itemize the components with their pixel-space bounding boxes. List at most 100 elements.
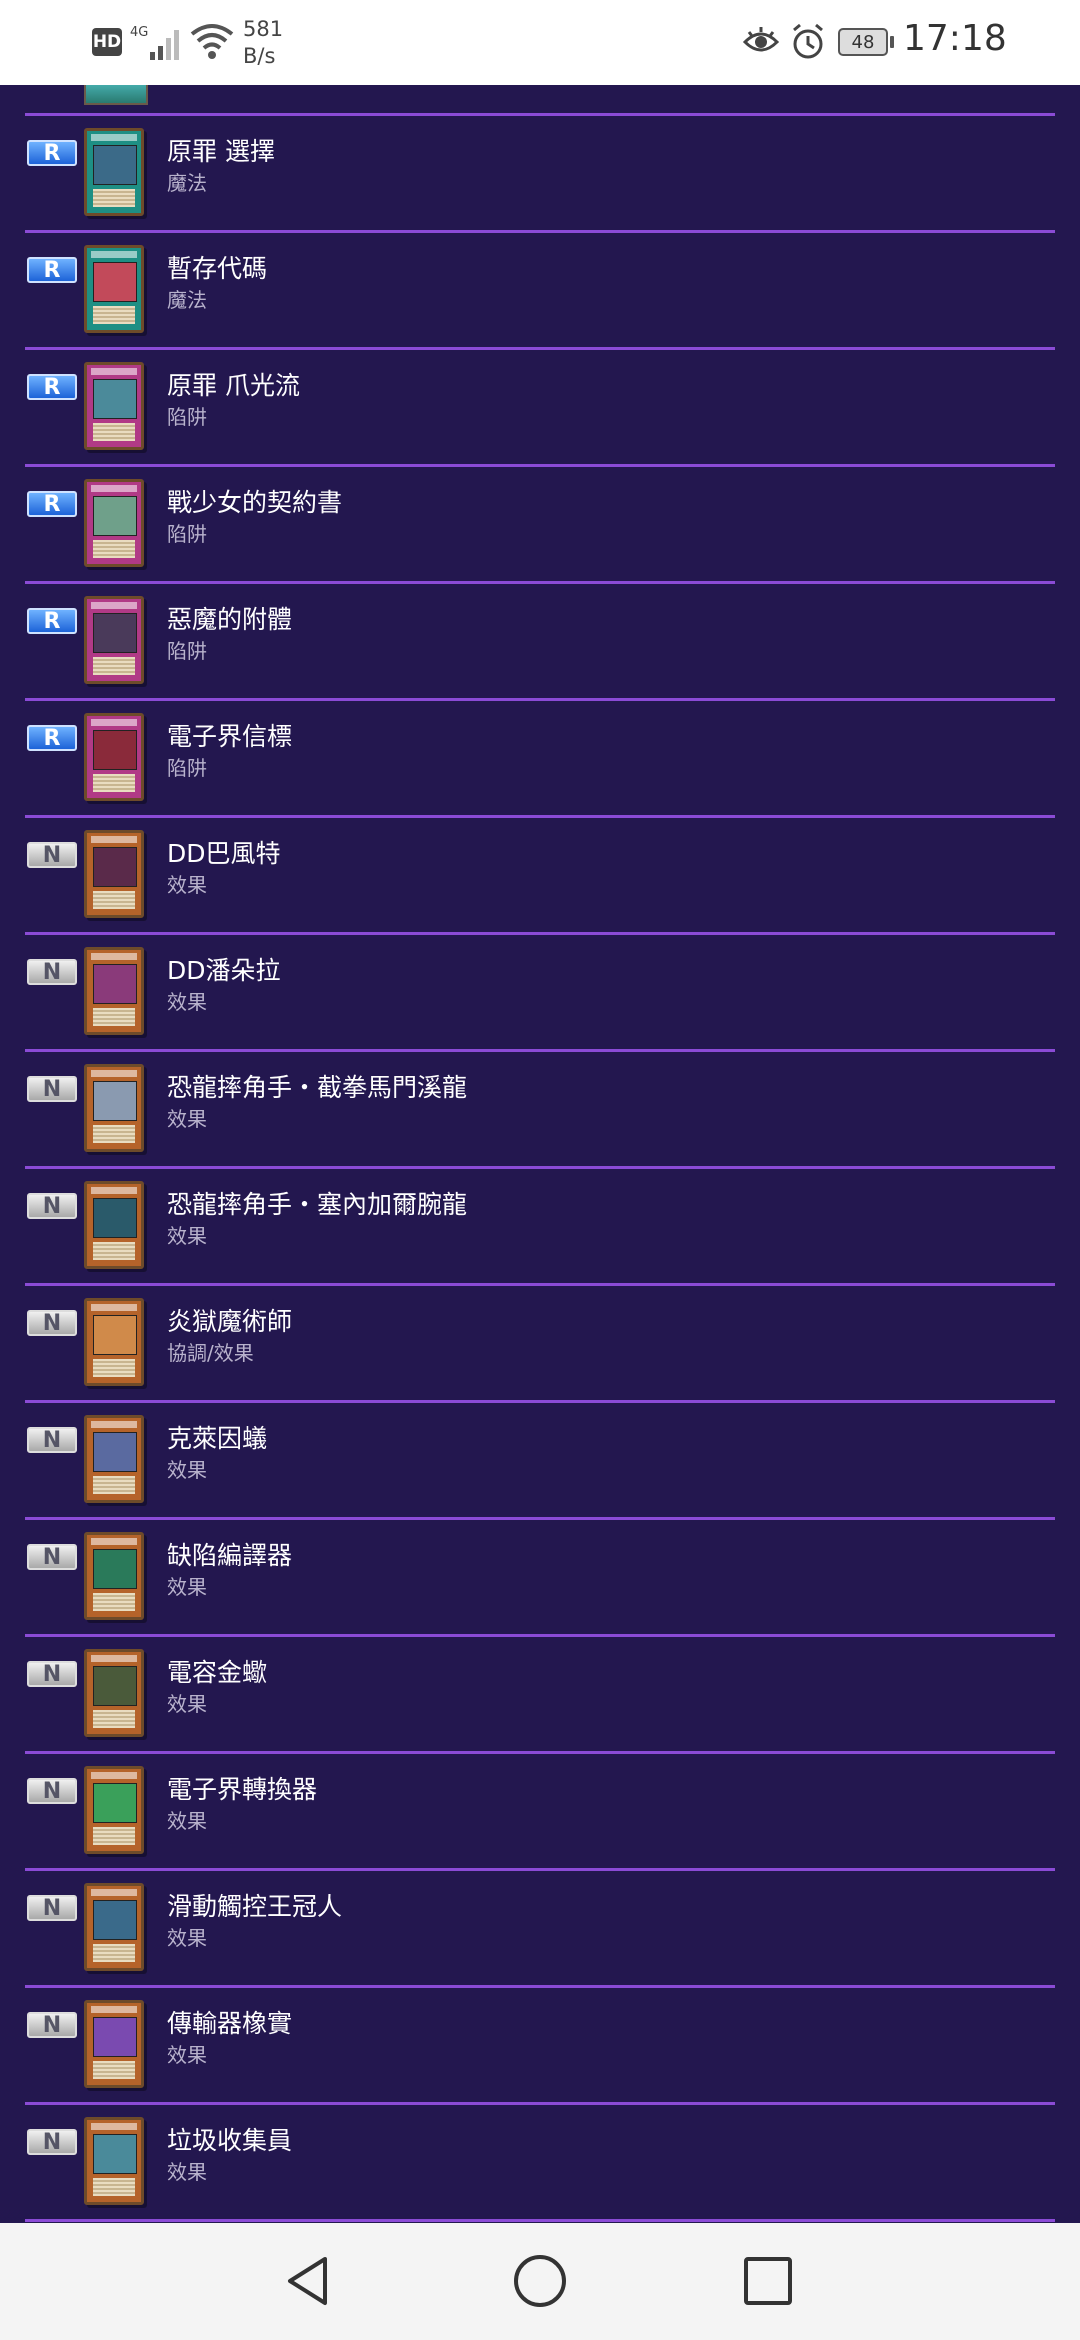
card-text-box	[93, 2061, 135, 2079]
card-type: 陷阱	[167, 405, 207, 429]
card-thumbnail[interactable]	[84, 245, 144, 333]
rarity-badge: N	[27, 1193, 77, 1219]
card-thumbnail[interactable]	[84, 1298, 144, 1386]
rarity-badge: N	[27, 1661, 77, 1687]
card-name: 電子界轉換器	[167, 1775, 318, 1804]
card-thumbnail[interactable]	[84, 1766, 144, 1854]
rarity-badge: R	[27, 374, 77, 400]
list-item[interactable]: R 原罪 選擇 魔法	[0, 116, 1080, 233]
card-name: 垃圾收集員	[167, 2126, 293, 2155]
card-thumbnail[interactable]	[84, 830, 144, 918]
list-item[interactable]: R 電子界信標 陷阱	[0, 701, 1080, 818]
list-item[interactable]: N DD潘朵拉 效果	[0, 935, 1080, 1052]
net-speed: 581 B/s	[243, 16, 283, 70]
card-art	[93, 379, 137, 419]
card-text-box	[93, 1827, 135, 1845]
card-art	[93, 847, 137, 887]
card-thumbnail[interactable]	[84, 2117, 144, 2205]
card-name-bar	[91, 602, 137, 609]
card-name: 炎獄魔術師	[167, 1307, 293, 1336]
recents-icon[interactable]	[738, 2251, 798, 2311]
rarity-badge: R	[27, 140, 77, 166]
card-art	[93, 1081, 137, 1121]
card-thumbnail[interactable]	[84, 1532, 144, 1620]
card-thumbnail[interactable]	[84, 1181, 144, 1269]
card-name: 原罪 爪光流	[167, 371, 300, 400]
card-art	[93, 964, 137, 1004]
card-name: DD巴風特	[167, 839, 281, 868]
card-thumbnail[interactable]	[84, 1649, 144, 1737]
card-type: 效果	[167, 1692, 207, 1716]
card-thumbnail[interactable]	[84, 1415, 144, 1503]
card-art	[93, 1783, 137, 1823]
card-type: 效果	[167, 1575, 207, 1599]
alarm-icon	[793, 23, 823, 59]
list-item[interactable]: N 炎獄魔術師 協調/效果	[0, 1286, 1080, 1403]
list-item[interactable]: N 缺陷編譯器 效果	[0, 1520, 1080, 1637]
status-bar: HD 4G 581 B/s 48 17:18	[0, 0, 1080, 85]
card-thumbnail-partial	[84, 85, 148, 105]
card-name: 滑動觸控王冠人	[167, 1892, 343, 1921]
card-text-box	[93, 1476, 135, 1494]
list-item[interactable]: N 恐龍摔角手・塞內加爾腕龍 效果	[0, 1169, 1080, 1286]
card-art	[93, 1432, 137, 1472]
card-thumbnail[interactable]	[84, 947, 144, 1035]
list-item[interactable]: N 滑動觸控王冠人 效果	[0, 1871, 1080, 1988]
card-thumbnail[interactable]	[84, 1064, 144, 1152]
card-name-bar	[91, 2123, 137, 2130]
list-item[interactable]: N DD巴風特 效果	[0, 818, 1080, 935]
rarity-badge: N	[27, 842, 77, 868]
list-item[interactable]: N 電容金蠍 效果	[0, 1637, 1080, 1754]
list-item[interactable]: R 惡魔的附體 陷阱	[0, 584, 1080, 701]
card-type: 陷阱	[167, 756, 207, 780]
card-type: 魔法	[167, 171, 207, 195]
card-name: 克萊因蟻	[167, 1424, 268, 1453]
card-text-box	[93, 423, 135, 441]
rarity-badge: N	[27, 2012, 77, 2038]
list-item[interactable]: R 戰少女的契約書 陷阱	[0, 467, 1080, 584]
card-text-box	[93, 774, 135, 792]
card-type: 效果	[167, 1107, 207, 1131]
card-art	[93, 1198, 137, 1238]
list-item[interactable]: N 克萊因蟻 效果	[0, 1403, 1080, 1520]
card-thumbnail[interactable]	[84, 128, 144, 216]
card-name-bar	[91, 836, 137, 843]
list-item[interactable]: N 電子界轉換器 效果	[0, 1754, 1080, 1871]
list-item[interactable]: R 原罪 爪光流陷阱	[0, 350, 1080, 467]
battery-tip	[890, 36, 894, 48]
card-name-bar	[91, 1187, 137, 1194]
card-text-box	[93, 189, 135, 207]
card-type: 效果	[167, 2043, 207, 2067]
card-name: DD潘朵拉	[167, 956, 281, 985]
card-text-box	[93, 1125, 135, 1143]
card-thumbnail[interactable]	[84, 362, 144, 450]
home-icon[interactable]	[510, 2251, 570, 2311]
eye-comfort-icon	[743, 27, 779, 52]
card-type: 效果	[167, 1458, 207, 1482]
card-art	[93, 730, 137, 770]
card-text-box	[93, 1008, 135, 1026]
back-icon[interactable]	[280, 2251, 340, 2311]
card-art	[93, 496, 137, 536]
divider	[25, 2219, 1055, 2222]
list-item[interactable]: R 暫存代碼 魔法	[0, 233, 1080, 350]
card-name: 恐龍摔角手・截拳馬門溪龍	[167, 1073, 468, 1102]
card-type: 陷阱	[167, 522, 207, 546]
list-item[interactable]: N 傳輸器橡實 效果	[0, 1988, 1080, 2105]
rarity-badge: R	[27, 725, 77, 751]
card-name-bar	[91, 1655, 137, 1662]
rarity-badge: N	[27, 1310, 77, 1336]
card-thumbnail[interactable]	[84, 479, 144, 567]
card-list[interactable]: R 原罪 選擇 魔法 R 暫存代碼 魔法 R 原罪 爪光流 陷阱 R 戰少女的契約書 陷阱 R 惡魔的附體…	[0, 85, 1080, 2223]
card-thumbnail[interactable]	[84, 2000, 144, 2088]
card-thumbnail[interactable]	[84, 596, 144, 684]
card-text-box	[93, 657, 135, 675]
card-name-bar	[91, 1538, 137, 1545]
card-thumbnail[interactable]	[84, 1883, 144, 1971]
list-item[interactable]: N 恐龍摔角手・截拳馬門溪龍 效果	[0, 1052, 1080, 1169]
rarity-badge: N	[27, 959, 77, 985]
card-name-bar	[91, 1772, 137, 1779]
card-thumbnail[interactable]	[84, 713, 144, 801]
list-item[interactable]: N 垃圾收集員 效果	[0, 2105, 1080, 2222]
card-text-box	[93, 1593, 135, 1611]
